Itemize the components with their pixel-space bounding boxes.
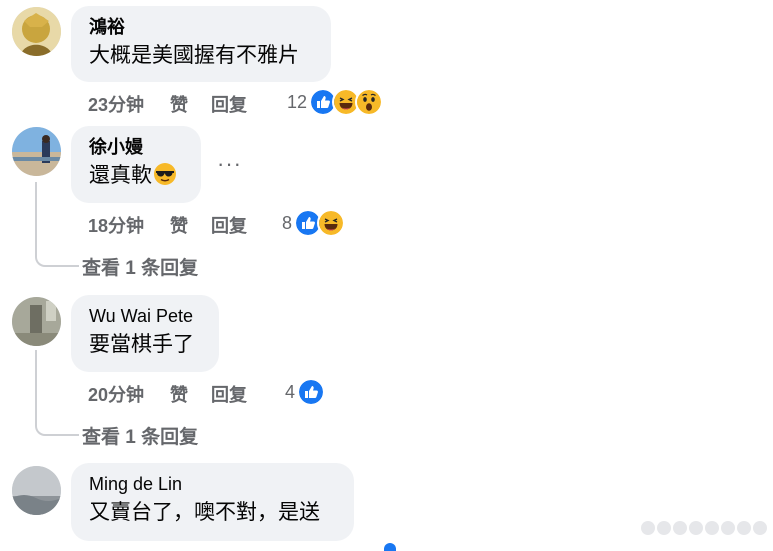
haha-reaction-icon: [317, 209, 346, 237]
comment-time[interactable]: 23分钟: [88, 91, 144, 117]
comment-actions: 20分钟 赞 回复: [88, 381, 247, 407]
more-options-button[interactable]: ···: [217, 151, 242, 177]
like-button[interactable]: 赞: [170, 212, 188, 238]
comment-author[interactable]: Wu Wai Pete: [89, 305, 201, 327]
view-replies-link[interactable]: 查看 1 条回复: [82, 253, 198, 280]
avatar[interactable]: [12, 466, 61, 515]
reply-button[interactable]: 回复: [211, 91, 247, 117]
comment-bubble: 徐小嫚 還真軟: [71, 126, 201, 203]
like-button[interactable]: 赞: [170, 91, 188, 117]
comment-actions: 23分钟 赞 回复: [88, 91, 247, 117]
comment-author[interactable]: Ming de Lin: [89, 473, 336, 495]
avatar[interactable]: [12, 127, 61, 176]
like-button[interactable]: 赞: [170, 381, 188, 407]
avatar[interactable]: [12, 7, 61, 56]
comment-author[interactable]: 鴻裕: [89, 16, 313, 38]
scroll-indicator: [384, 543, 396, 551]
comment-actions: 18分钟 赞 回复: [88, 212, 247, 238]
reaction-count: 12: [287, 91, 308, 112]
reply-button[interactable]: 回复: [211, 381, 247, 407]
view-replies-link[interactable]: 查看 1 条回复: [82, 422, 198, 449]
watermark: [641, 521, 767, 535]
reaction-count: 4: [285, 381, 296, 402]
comment-time[interactable]: 20分钟: [88, 381, 144, 407]
comment-bubble: Wu Wai Pete 要當棋手了: [71, 295, 219, 372]
thread-connector: [35, 182, 79, 267]
comment-text: 還真軟: [89, 162, 183, 190]
comment-bubble: Ming de Lin 又賣台了，噢不對，是送: [71, 463, 354, 541]
reaction-summary[interactable]: 12: [287, 88, 384, 116]
reply-button[interactable]: 回复: [211, 212, 247, 238]
comment-text: 大概是美國握有不雅片: [89, 44, 299, 67]
wow-reaction-icon: [355, 88, 384, 116]
comment-text: 要當棋手了: [89, 333, 194, 356]
comment-author[interactable]: 徐小嫚: [89, 136, 183, 158]
comment-bubble: 鴻裕 大概是美國握有不雅片: [71, 6, 331, 82]
reaction-summary[interactable]: 4: [285, 378, 326, 406]
reaction-count: 8: [282, 212, 293, 233]
avatar[interactable]: [12, 297, 61, 346]
comment-time[interactable]: 18分钟: [88, 212, 144, 238]
like-reaction-icon: [297, 378, 326, 406]
comment-text: 又賣台了，噢不對，是送: [89, 501, 320, 524]
comment-text-content: 還真軟: [89, 164, 152, 187]
reaction-summary[interactable]: 8: [282, 209, 346, 237]
sunglasses-emoji-icon: [154, 163, 176, 185]
